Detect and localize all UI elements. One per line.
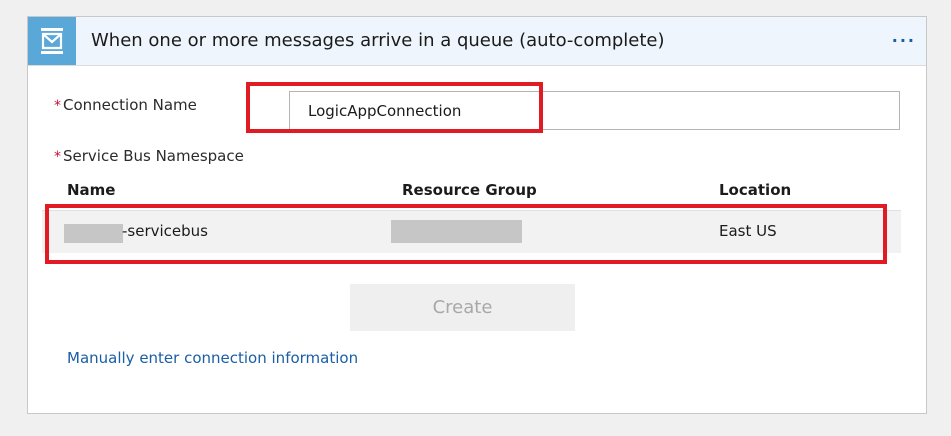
namespace-label: * Service Bus Namespace	[54, 147, 244, 165]
connection-card: When one or more messages arrive in a qu…	[27, 16, 927, 414]
service-bus-queue-icon	[28, 17, 76, 65]
column-header-name: Name	[67, 181, 116, 199]
more-options-icon[interactable]: ···	[892, 31, 916, 50]
create-button[interactable]: Create	[350, 284, 575, 331]
namespace-label-text: Service Bus Namespace	[63, 147, 244, 165]
required-marker: *	[54, 149, 61, 165]
trigger-header[interactable]: When one or more messages arrive in a qu…	[28, 17, 926, 66]
connection-name-label: * Connection Name	[54, 96, 197, 114]
redacted-resource-group	[391, 220, 522, 243]
column-header-location: Location	[719, 181, 792, 199]
trigger-title: When one or more messages arrive in a qu…	[91, 30, 665, 51]
redacted-name-prefix	[64, 224, 123, 243]
column-header-resource-group: Resource Group	[402, 181, 537, 199]
namespace-location: East US	[719, 222, 777, 240]
namespace-row[interactable]: -servicebus East US	[42, 210, 901, 253]
required-marker: *	[54, 98, 61, 114]
connection-name-input[interactable]	[289, 91, 900, 130]
namespace-name: -servicebus	[122, 222, 208, 240]
connection-name-label-text: Connection Name	[63, 96, 197, 114]
manual-connection-link[interactable]: Manually enter connection information	[67, 349, 358, 367]
